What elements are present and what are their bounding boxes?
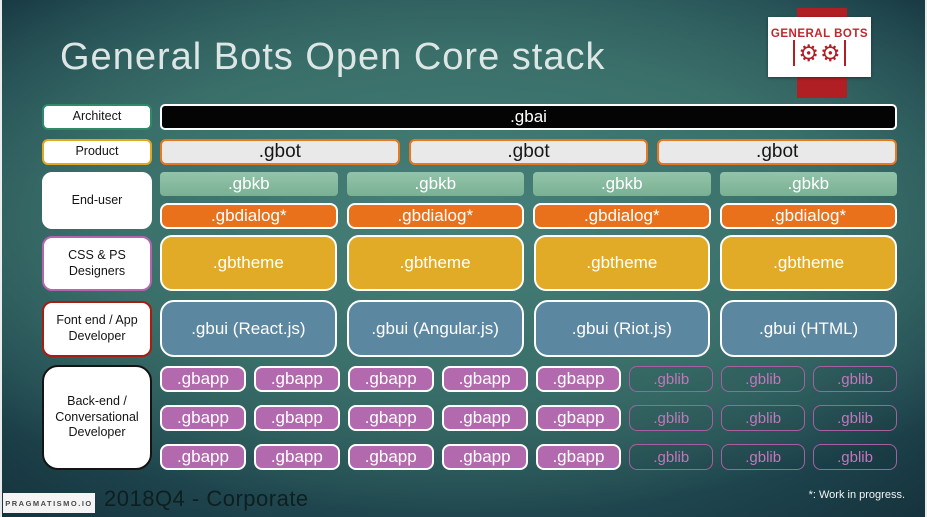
row-gbtheme: .gbtheme .gbtheme .gbtheme .gbtheme [160,235,897,291]
gbdialog-box: .gbdialog* [160,203,338,229]
gbapp-box: .gbapp [535,366,622,392]
gbdialog-box: .gbdialog* [719,203,897,229]
gbkb-box: .gbkb [533,172,711,196]
pragmatismo-logo: PRAGMATISMO.IO [3,493,95,513]
gbapp-box: .gbapp [441,405,528,431]
gbai-box: .gbai [160,104,897,130]
gblib-box: .gblib [813,444,897,470]
gbapp-box: .gbapp [160,366,246,392]
gbui-react-box: .gbui (React.js) [160,300,337,357]
gbapp-box: .gbapp [441,444,528,470]
gblib-box: .gblib [813,405,897,431]
label-back-end-conversational-developer: Back-end / Conversational Developer [42,365,152,470]
gbui-angular-box: .gbui (Angular.js) [346,300,524,357]
row-gbot: .gbot .gbot .gbot [160,139,898,165]
gears-icon: ⚙ ⚙ [791,40,847,66]
general-bots-logo: GENERAL BOTS ⚙ ⚙ [768,17,871,77]
gblib-box: .gblib [721,366,806,392]
gbapp-box: .gbapp [347,405,434,431]
logo-text: GENERAL BOTS [770,28,869,40]
gbdialog-box: .gbdialog* [533,203,711,229]
row-gbai: .gbai [160,104,897,130]
gbot-box: .gbot [657,139,898,165]
label-architect: Architect [42,104,152,130]
gblib-box: .gblib [721,405,806,431]
gbapp-box: .gbapp [347,366,434,392]
gbtheme-box: .gbtheme [533,235,711,291]
label-front-end-app-developer: Font end / App Developer [42,301,152,357]
gbapp-box: .gbapp [253,444,340,470]
gbapp-box: .gbapp [347,444,434,470]
gbapp-box: .gbapp [441,366,528,392]
gbapp-box: .gbapp [535,444,622,470]
slide-title: General Bots Open Core stack [60,36,606,78]
gbkb-box: .gbkb [719,172,897,196]
gbkb-box: .gbkb [160,172,338,196]
row-gbapp-gblib-1: .gbapp .gbapp .gbapp .gbapp .gbapp .gbli… [160,366,897,392]
gbapp-box: .gbapp [160,405,246,431]
gbui-html-box: .gbui (HTML) [720,300,897,357]
gbapp-box: .gbapp [160,444,246,470]
work-in-progress-note: *: Work in progress. [808,489,905,501]
gear-bar-right [843,40,846,66]
gbapp-box: .gbapp [253,366,340,392]
label-css-ps-designers: CSS & PS Designers [42,236,152,291]
row-gbapp-gblib-3: .gbapp .gbapp .gbapp .gbapp .gbapp .gbli… [160,444,897,470]
row-gbapp-gblib-2: .gbapp .gbapp .gbapp .gbapp .gbapp .gbli… [160,405,897,431]
footer-caption: 2018Q4 - Corporate [104,486,309,511]
gblib-box: .gblib [629,366,714,392]
slide: General Bots Open Core stack GENERAL BOT… [0,0,927,517]
slide-left-edge [0,0,2,517]
gblib-box: .gblib [629,405,714,431]
label-end-user: End-user [42,172,152,229]
gbtheme-box: .gbtheme [160,235,337,291]
gbtheme-box: .gbtheme [720,235,897,291]
gbkb-box: .gbkb [346,172,524,196]
gblib-box: .gblib [813,366,897,392]
gbtheme-box: .gbtheme [346,235,524,291]
gear-icon: ⚙ [798,39,819,66]
gbapp-box: .gbapp [253,405,340,431]
gblib-box: .gblib [721,444,806,470]
gblib-box: .gblib [629,444,714,470]
gbot-box: .gbot [408,139,649,165]
row-gbdialog: .gbdialog* .gbdialog* .gbdialog* .gbdial… [160,203,897,229]
gear-bar-left [793,40,796,66]
gbdialog-box: .gbdialog* [346,203,524,229]
row-gbui: .gbui (React.js) .gbui (Angular.js) .gbu… [160,300,897,357]
gear-icon: ⚙ [820,39,841,66]
gbot-box: .gbot [160,139,400,165]
gbapp-box: .gbapp [535,405,622,431]
gbui-riot-box: .gbui (Riot.js) [533,300,711,357]
row-gbkb: .gbkb .gbkb .gbkb .gbkb [160,172,897,196]
label-product: Product [42,139,152,165]
